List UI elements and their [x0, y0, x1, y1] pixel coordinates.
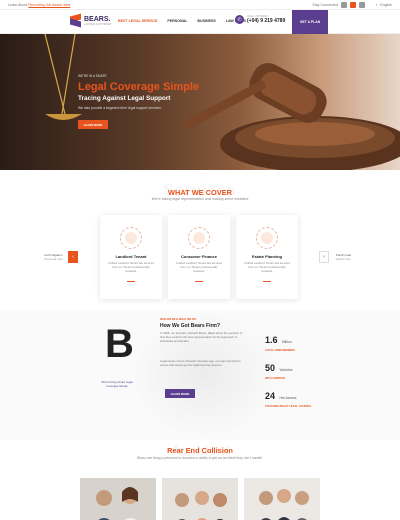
stat-label: WITH COMPANY	[265, 377, 286, 380]
service-card-consumer-finance[interactable]: Consumer Finance Crafted Landlord Tenant…	[168, 215, 230, 299]
nav-item-personal[interactable]: PERSONAL	[167, 19, 187, 23]
top-notice: Learn About Recruiting Job Assist Jobs	[8, 3, 70, 7]
logo[interactable]: BEARS. LAWYER & ATTORNEY	[70, 13, 112, 28]
hero-eyebrow: WE'RE IN A SMART	[78, 74, 107, 78]
next-service-sub: Advice Tax	[336, 257, 351, 261]
stat-number: 24	[265, 391, 276, 401]
team-photo-2[interactable]	[162, 478, 238, 520]
call-number[interactable]: (+04) 9 219 4789	[247, 18, 285, 24]
prev-service-label[interactable]: Civil Litigation Personal Law	[44, 253, 63, 261]
stat-number: 50	[265, 363, 276, 373]
about-paragraph: In 1995, our founders, Harvard Bears, ta…	[160, 331, 243, 343]
next-service-label[interactable]: Family Law Advice Tax	[336, 253, 351, 261]
stat-victories: 50 Victories WITH COMPANY	[265, 358, 292, 380]
top-right: Stay Connected ▪ English	[312, 1, 392, 8]
nav-item-best-legal[interactable]: BEST LEGAL SERVICE	[118, 19, 157, 23]
hero-subtitle: Tracing Against Legal Support	[78, 95, 171, 103]
language-select[interactable]: English	[380, 3, 392, 7]
service-card-landlord[interactable]: Landlord Tenant Crafted Landlord Tenant …	[100, 215, 162, 299]
service-card-desc: Crafted Landlord Tenant law services fro…	[244, 261, 290, 273]
card-accent-bar	[263, 281, 271, 283]
prev-arrow-icon[interactable]: ‹	[68, 251, 78, 263]
target-icon	[120, 227, 142, 249]
about-title: How We Got Bears Firm?	[160, 323, 220, 329]
stat-label: TOUGHING REACT LEGAL COUNSEL	[265, 405, 312, 408]
main-nav: BEST LEGAL SERVICE PERSONAL BUSINESS LAW…	[118, 19, 246, 23]
service-card-title: Landlord Tenant	[115, 254, 147, 259]
services-title: WHAT WE COVER	[168, 188, 232, 197]
rear-subtitle: Bears are fixing a personal or business'…	[137, 456, 263, 460]
coin-icon	[188, 227, 210, 249]
stat-number: 1.6	[265, 335, 278, 345]
service-card-estate-planning[interactable]: Estate Planning Crafted Landlord Tenant …	[236, 215, 298, 299]
team-photo-3[interactable]	[244, 478, 320, 520]
stat-unit: Million	[281, 340, 292, 344]
services-subtitle: We're taking legal representation and ma…	[151, 197, 249, 201]
top-bar: Learn About Recruiting Job Assist Jobs S…	[0, 0, 400, 10]
hero-description: We also provide a targeted other legal s…	[78, 106, 162, 111]
service-card-title: Consumer Finance	[180, 254, 217, 259]
call-block: ✆ CALL US TODAY (+04) 9 219 4789	[235, 14, 285, 25]
logo-sub: LAWYER & ATTORNEY	[84, 22, 112, 26]
stat-hours: 24 Hrs Access TOUGHING REACT LEGAL COUNS…	[265, 386, 311, 408]
card-accent-bar	[127, 281, 135, 283]
next-arrow-icon[interactable]: ›	[319, 251, 329, 263]
service-card-title: Estate Planning	[251, 254, 282, 259]
prev-service-sub: Personal Law	[44, 257, 63, 261]
rear-title: Rear End Collision	[167, 446, 233, 455]
site-header: BEARS. LAWYER & ATTORNEY BEST LEGAL SERV…	[0, 10, 400, 34]
rear-collision-section: Accident Rear End Collision Bears are fi…	[0, 440, 400, 520]
stat-label: LOCAL FIRM MEMBERS	[265, 349, 295, 352]
phone-icon: ✆	[235, 15, 244, 25]
notice-link[interactable]: Recruiting Job Assist Jobs	[28, 3, 70, 7]
service-card-desc: Crafted Landlord Tenant law services fro…	[176, 261, 222, 273]
about-learn-more-button[interactable]: LEARN MORE	[165, 389, 195, 398]
handcuffs-background	[130, 310, 280, 440]
hero-title: Legal Coverage Simple	[78, 81, 200, 93]
gavel-illustration	[44, 34, 400, 170]
about-big-letter: B	[105, 322, 134, 366]
twitter-icon[interactable]	[349, 1, 356, 8]
hero-text: WE'RE IN A SMART Legal Coverage Simple T…	[78, 74, 200, 130]
stay-connected-label: Stay Connected	[312, 2, 338, 7]
services-section: Services WHAT WE COVER We're taking lega…	[0, 170, 400, 310]
service-card-desc: Crafted Landlord Tenant law services fro…	[108, 261, 154, 273]
hero-banner: WE'RE IN A SMART Legal Coverage Simple T…	[0, 34, 400, 170]
team-photo-1[interactable]	[80, 478, 156, 520]
hero-learn-more-button[interactable]: LEARN MORE	[78, 120, 108, 130]
stat-unit: Victories	[279, 368, 293, 372]
about-tag: WHO WE'RE & WHAT WE DO	[160, 318, 196, 321]
chart-icon	[256, 227, 278, 249]
linkedin-icon[interactable]	[358, 1, 365, 8]
stat-unit: Hrs Access	[279, 396, 297, 400]
facebook-icon[interactable]	[340, 1, 347, 8]
card-accent-bar	[195, 281, 203, 283]
about-section: B We're Fixing Smart Legal Coverage Simp…	[0, 310, 400, 440]
logo-name: BEARS.	[84, 15, 111, 23]
stat-members: 1.6 Million LOCAL FIRM MEMBERS	[265, 330, 295, 352]
nav-item-business[interactable]: BUSINESS	[197, 19, 215, 23]
about-paragraph: Legal issues can be stressful. Decades a…	[160, 359, 241, 367]
about-caption: We're Fixing Smart Legal Coverage Simple	[101, 380, 133, 388]
get-plan-button[interactable]: GET A PLAN	[292, 10, 328, 34]
logo-icon	[70, 13, 81, 28]
notice-prefix: Learn About	[8, 2, 28, 7]
flag-icon: ▪	[375, 2, 378, 7]
